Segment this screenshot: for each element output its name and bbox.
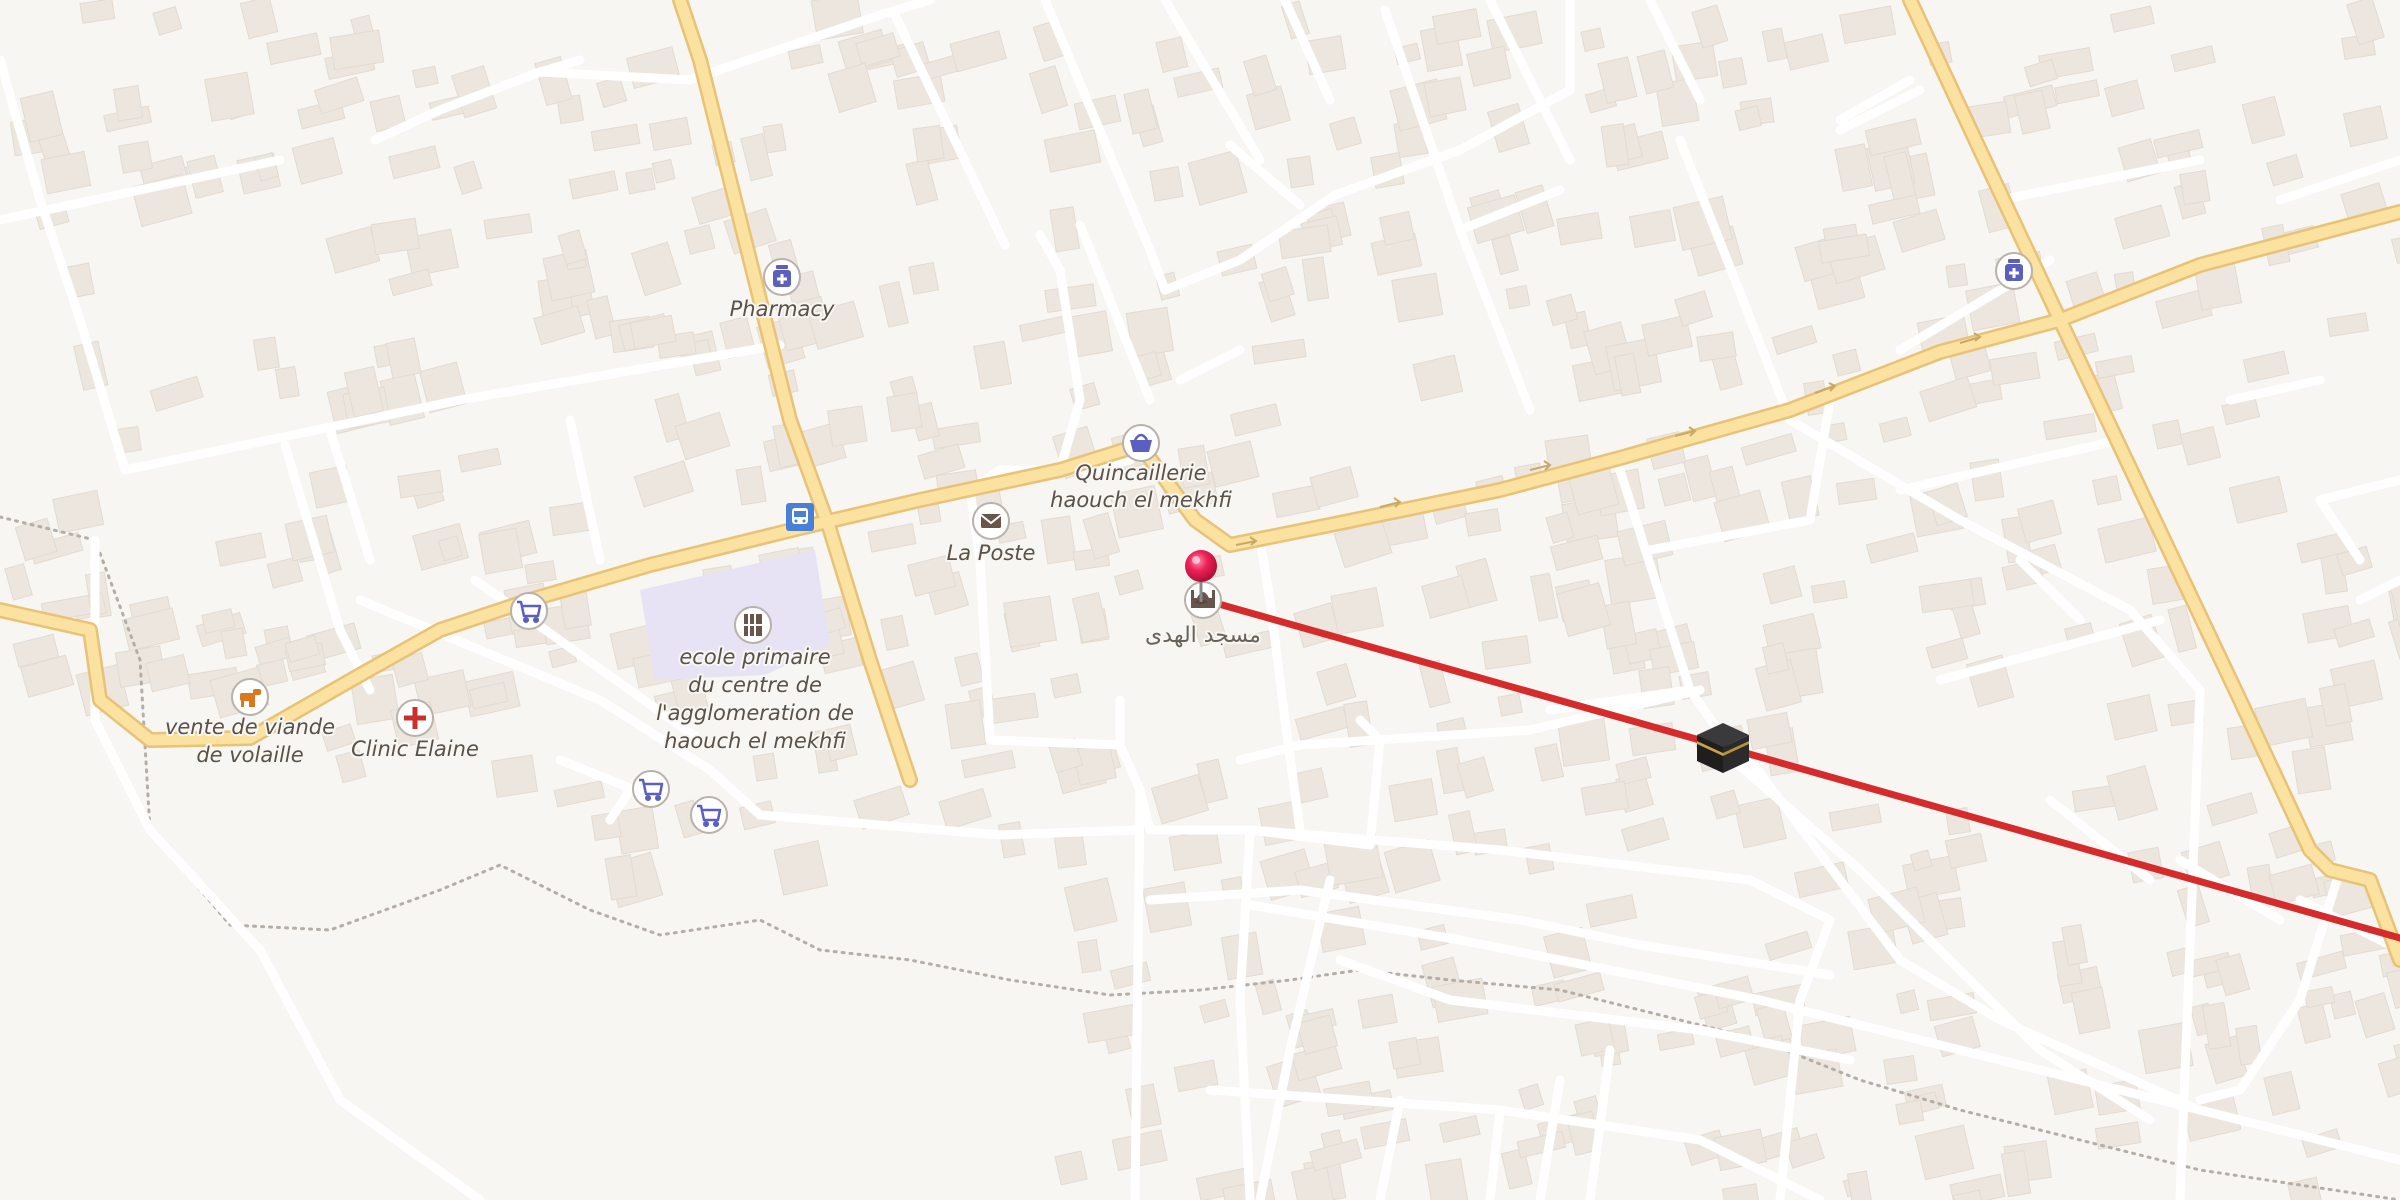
post-office-poi[interactable]	[972, 502, 1010, 540]
school-icon	[744, 614, 762, 636]
bus-stop[interactable]	[786, 503, 814, 531]
building	[1040, 515, 1077, 565]
pharmacy-poi-east[interactable]	[1995, 252, 2033, 290]
building	[204, 71, 255, 122]
building	[385, 337, 422, 379]
building	[478, 527, 524, 575]
building	[944, 699, 987, 750]
building	[2152, 419, 2184, 450]
building	[491, 754, 539, 798]
building	[1330, 586, 1385, 636]
building	[735, 465, 767, 506]
building	[1424, 1158, 1469, 1200]
supermarket-poi-3[interactable]	[690, 796, 728, 834]
building	[2291, 746, 2332, 795]
mosque-poi[interactable]	[1184, 581, 1222, 619]
building	[1895, 1099, 1925, 1126]
school-poi[interactable]	[734, 606, 772, 644]
building	[524, 560, 557, 585]
butcher-label-line1: vente de viande	[165, 715, 335, 739]
clinic-poi[interactable]	[396, 699, 434, 737]
building	[908, 261, 940, 295]
bus-stop-icon	[792, 508, 808, 524]
school-label-line1: ecole primaire	[679, 645, 830, 669]
building	[274, 366, 300, 400]
supermarket-poi-1[interactable]	[510, 592, 548, 630]
pharmacy-poi[interactable]	[763, 258, 801, 296]
building	[762, 123, 787, 154]
building	[773, 840, 829, 896]
shop-poi[interactable]	[1122, 424, 1160, 462]
building	[651, 158, 676, 184]
supermarket-poi-2[interactable]	[632, 770, 670, 808]
butcher-label-line2: de volaille	[196, 743, 303, 767]
envelope-icon	[980, 514, 1002, 528]
building	[1391, 272, 1444, 323]
building	[2179, 169, 2211, 206]
building	[220, 627, 248, 660]
building	[752, 752, 778, 782]
building	[252, 336, 280, 371]
building	[1388, 1036, 1422, 1070]
mosque-label: مسجد الهدى	[1145, 623, 1261, 648]
building	[1063, 877, 1118, 932]
quincaillerie-label-line2: haouch el mekhfi	[1050, 488, 1232, 512]
building	[912, 124, 945, 163]
building	[1696, 331, 1737, 362]
building	[1628, 208, 1676, 249]
building	[1423, 76, 1467, 118]
building	[112, 85, 144, 122]
building	[1883, 1055, 1918, 1086]
building	[625, 167, 656, 195]
building	[2092, 475, 2122, 506]
building	[1580, 27, 1605, 53]
building	[1718, 56, 1748, 89]
building	[614, 805, 660, 855]
school-label-line4: haouch el mekhfi	[664, 729, 846, 753]
building	[1379, 210, 1416, 246]
building	[1142, 881, 1193, 934]
building	[1505, 284, 1531, 310]
building	[826, 405, 868, 447]
building	[1464, 508, 1502, 537]
school-label-line2: du centre de	[688, 673, 822, 697]
building	[1497, 692, 1524, 717]
building	[1945, 263, 1969, 288]
clinic-label: Clinic Elaine	[351, 737, 479, 761]
la-poste-label: La Poste	[947, 541, 1036, 565]
building	[1054, 1150, 1088, 1186]
school-label-line3: l'agglomeration de	[656, 701, 854, 725]
quincaillerie-label-line1: Quincaillerie	[1075, 461, 1206, 485]
pharmacy-label: Pharmacy	[730, 297, 835, 321]
building	[1003, 595, 1058, 648]
building	[1077, 938, 1102, 974]
building	[1168, 829, 1223, 872]
building	[1286, 155, 1315, 189]
building	[412, 65, 439, 89]
building	[1388, 778, 1439, 823]
building	[370, 217, 421, 256]
building	[1149, 165, 1184, 202]
building	[886, 392, 923, 433]
building	[118, 140, 154, 174]
building	[1481, 635, 1532, 670]
building	[1357, 993, 1398, 1029]
map-canvas[interactable]: Pharmacy Quincaillerie haouch el mekhfi …	[0, 0, 2400, 1200]
butcher-poi[interactable]	[231, 678, 269, 716]
